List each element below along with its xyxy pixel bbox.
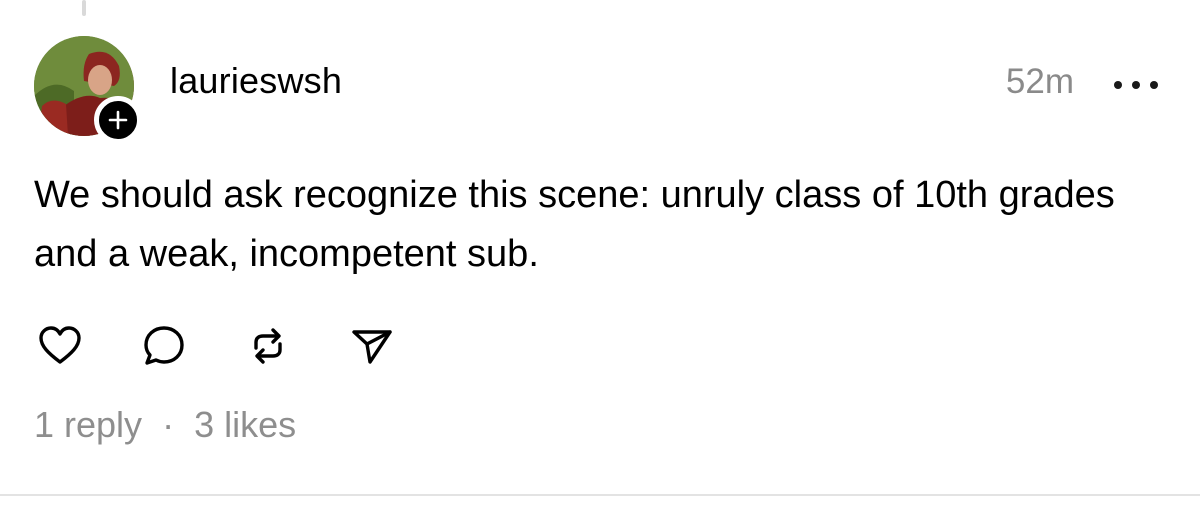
thread-post: laurieswsh 52m We should ask recognize t… bbox=[0, 0, 1200, 496]
like-button[interactable] bbox=[34, 320, 86, 372]
plus-icon bbox=[108, 110, 128, 130]
repost-icon bbox=[254, 328, 282, 364]
post-divider bbox=[0, 494, 1200, 496]
avatar-container[interactable] bbox=[34, 36, 142, 144]
stats-separator: · bbox=[162, 404, 175, 445]
share-button[interactable] bbox=[346, 320, 398, 372]
reply-button[interactable] bbox=[138, 320, 190, 372]
username[interactable]: laurieswsh bbox=[170, 60, 342, 102]
more-icon-dot bbox=[1150, 81, 1158, 89]
post-timestamp: 52m bbox=[1005, 62, 1074, 101]
heart-icon bbox=[39, 326, 81, 364]
send-icon bbox=[352, 330, 392, 364]
repost-button[interactable] bbox=[242, 320, 294, 372]
post-actions-bar bbox=[34, 318, 450, 374]
more-options-button[interactable] bbox=[1114, 75, 1158, 95]
post-body-text: We should ask recognize this scene: unru… bbox=[34, 174, 1115, 275]
follow-button[interactable] bbox=[94, 96, 142, 144]
like-count[interactable]: 3 likes bbox=[194, 404, 296, 445]
more-icon bbox=[1114, 81, 1122, 89]
reply-count[interactable]: 1 reply bbox=[34, 404, 142, 445]
post-stats: 1 reply · 3 likes bbox=[34, 404, 296, 446]
more-icon-dot bbox=[1132, 81, 1140, 89]
comment-icon bbox=[144, 326, 184, 365]
